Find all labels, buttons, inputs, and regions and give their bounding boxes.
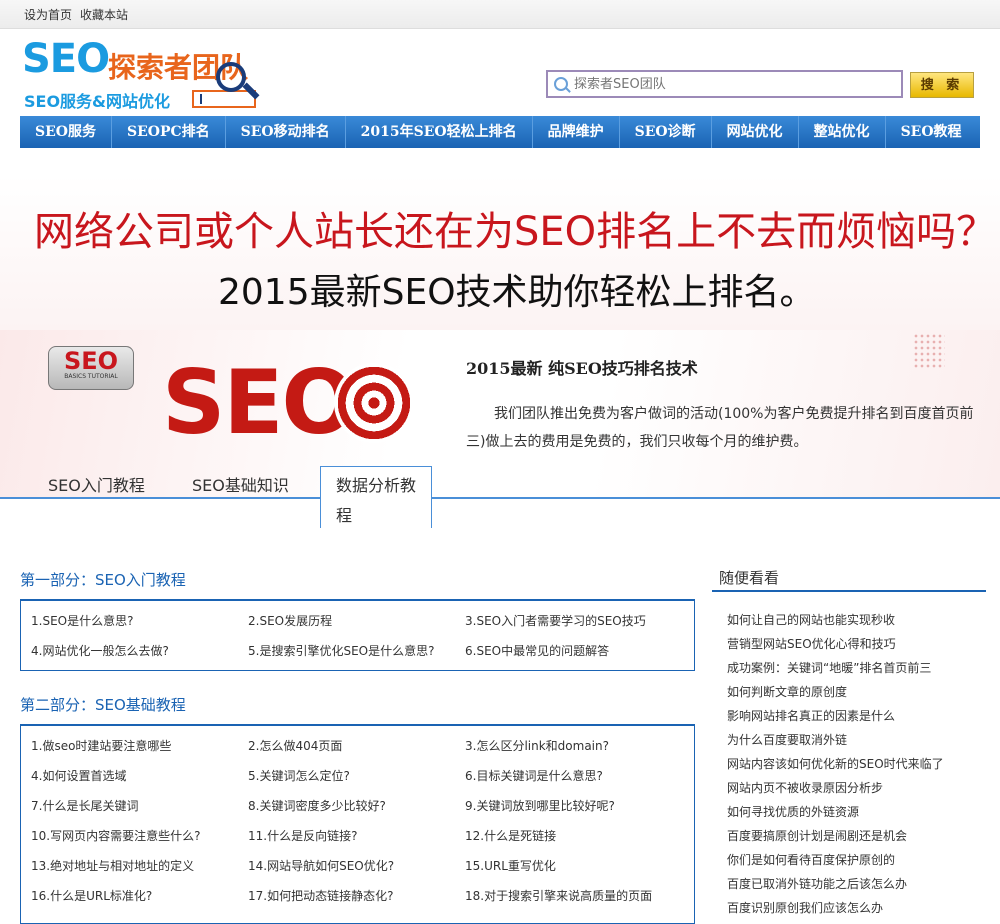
list-item[interactable]: 16.什么是URL标准化?: [21, 881, 238, 911]
sidebar-list: 如何让自己的网站也能实现秒收 营销型网站SEO优化心得和技巧 成功案例：关键词“…: [727, 608, 997, 920]
nav-item-tutorial[interactable]: SEO教程: [886, 116, 977, 148]
nav-item-seo-pc[interactable]: SEOPC排名: [112, 116, 226, 148]
sidebar-item[interactable]: 影响网站排名真正的因素是什么: [727, 704, 997, 728]
list-item[interactable]: 8.关键词密度多少比较好?: [238, 791, 455, 821]
sidebar-item[interactable]: 网站内容该如何优化新的SEO时代来临了: [727, 752, 997, 776]
list-item[interactable]: 7.什么是长尾关键词: [21, 791, 238, 821]
list-item[interactable]: 12.什么是死链接: [455, 821, 672, 851]
list-item[interactable]: 14.网站导航如何SEO优化?: [238, 851, 455, 881]
nav-item-diagnosis[interactable]: SEO诊断: [620, 116, 712, 148]
list-item[interactable]: 6.SEO中最常见的问题解答: [455, 636, 672, 666]
list-item[interactable]: 17.如何把动态链接静态化?: [238, 881, 455, 911]
table-row: 10.写网页内容需要注意些什么? 11.什么是反向链接? 12.什么是死链接: [21, 821, 694, 851]
list-item[interactable]: 4.如何设置首选域: [21, 761, 238, 791]
tab-seo-basics[interactable]: SEO基础知识: [192, 472, 289, 496]
nav-item-seo-service[interactable]: SEO服务: [20, 116, 112, 148]
nav-item-site-optimize[interactable]: 网站优化: [712, 116, 799, 148]
table-row: 13.绝对地址与相对地址的定义 14.网站导航如何SEO优化? 15.URL重写…: [21, 851, 694, 881]
section-box-part2: 1.做seo时建站要注意哪些 2.怎么做404页面 3.怎么区分link和dom…: [20, 724, 695, 924]
table-row: 1.做seo时建站要注意哪些 2.怎么做404页面 3.怎么区分link和dom…: [21, 731, 694, 761]
search-input[interactable]: [574, 75, 894, 93]
nav-item-brand[interactable]: 品牌维护: [533, 116, 620, 148]
table-row: 4.网站优化一般怎么去做? 5.是搜索引擎优化SEO是什么意思? 6.SEO中最…: [21, 636, 694, 666]
nav-item-seo-mobile[interactable]: SEO移动排名: [226, 116, 346, 148]
list-item[interactable]: 10.写网页内容需要注意些什么?: [21, 821, 238, 851]
table-row: 4.如何设置首选域 5.关键词怎么定位? 6.目标关键词是什么意思?: [21, 761, 694, 791]
list-item[interactable]: 5.关键词怎么定位?: [238, 761, 455, 791]
top-bar: 设为首页 收藏本站: [0, 0, 1000, 29]
section-title-part1: 第一部分：SEO入门教程: [20, 571, 186, 589]
list-item[interactable]: 18.对于搜索引擎来说高质量的页面: [455, 881, 672, 911]
list-item[interactable]: 6.目标关键词是什么意思?: [455, 761, 672, 791]
sidebar-item[interactable]: 你们是如何看待百度保护原创的: [727, 848, 997, 872]
tab-data-analysis[interactable]: 数据分析教程: [320, 466, 432, 528]
list-item[interactable]: 13.绝对地址与相对地址的定义: [21, 851, 238, 881]
table-row: 16.什么是URL标准化? 17.如何把动态链接静态化? 18.对于搜索引擎来说…: [21, 881, 694, 911]
sidebar-item[interactable]: 成功案例：关键词“地暖”排名首页前三: [727, 656, 997, 680]
list-item[interactable]: 2.怎么做404页面: [238, 731, 455, 761]
sidebar-item[interactable]: 百度已取消外链功能之后该怎么办: [727, 872, 997, 896]
set-home-link[interactable]: 设为首页: [24, 6, 72, 23]
list-item[interactable]: 15.URL重写优化: [455, 851, 672, 881]
list-item[interactable]: 1.做seo时建站要注意哪些: [21, 731, 238, 761]
sidebar-item[interactable]: 如何寻找优质的外链资源: [727, 800, 997, 824]
nav-item-full-optimize[interactable]: 整站优化: [799, 116, 886, 148]
sidebar-item[interactable]: 百度要搞原创计划是闹剧还是机会: [727, 824, 997, 848]
logo-tagline: SEO服务&网站优化: [24, 92, 171, 111]
logo-seo-text: SEO: [22, 36, 110, 82]
search-button[interactable]: 搜 索: [910, 72, 974, 98]
list-item[interactable]: 1.SEO是什么意思?: [21, 606, 238, 636]
list-item[interactable]: 5.是搜索引擎优化SEO是什么意思?: [238, 636, 455, 666]
banner-headline: 网络公司或个人站长还在为SEO排名上不去而烦恼吗？: [34, 209, 997, 255]
bookmark-link[interactable]: 收藏本站: [80, 6, 128, 23]
sidebar-item[interactable]: 为什么百度要取消外链: [727, 728, 997, 752]
target-icon: [334, 363, 414, 443]
decorative-dots: [913, 333, 945, 368]
tab-underline: [0, 497, 1000, 499]
sidebar-item[interactable]: 百度识别原创我们应该怎么办: [727, 896, 997, 920]
magnifier-icon: [216, 62, 246, 92]
table-row: 7.什么是长尾关键词 8.关键词密度多少比较好? 9.关键词放到哪里比较好呢?: [21, 791, 694, 821]
table-row: 1.SEO是什么意思? 2.SEO发展历程 3.SEO入门者需要学习的SEO技巧: [21, 606, 694, 636]
sidebar-item[interactable]: 如何让自己的网站也能实现秒收: [727, 608, 997, 632]
section-title-part2: 第二部分：SEO基础教程: [20, 696, 186, 714]
logo-cursor-box: [192, 90, 256, 108]
banner-description: 我们团队推出免费为客户做词的活动(100%为客户免费提升排名到百度首页前三)做上…: [466, 406, 974, 450]
list-item[interactable]: 3.怎么区分link和domain?: [455, 731, 672, 761]
sidebar-item[interactable]: 如何判断文章的原创度: [727, 680, 997, 704]
sidebar-item[interactable]: 网站内页不被收录原因分析步: [727, 776, 997, 800]
banner-subheadline: 2015最新SEO技术助你轻松上排名。: [218, 272, 816, 313]
tab-seo-intro[interactable]: SEO入门教程: [48, 472, 145, 496]
section-box-part1: 1.SEO是什么意思? 2.SEO发展历程 3.SEO入门者需要学习的SEO技巧…: [20, 599, 695, 671]
nav-item-seo-2015[interactable]: 2015年SEO轻松上排名: [346, 116, 533, 148]
seo-badge-logo: SEO BASICS TUTORIAL: [48, 346, 134, 390]
list-item[interactable]: 11.什么是反向链接?: [238, 821, 455, 851]
list-item[interactable]: 4.网站优化一般怎么去做?: [21, 636, 238, 666]
list-item[interactable]: 3.SEO入门者需要学习的SEO技巧: [455, 606, 672, 636]
sidebar-title: 随便看看: [712, 568, 986, 592]
search-box: [546, 70, 903, 98]
sidebar-item[interactable]: 营销型网站SEO优化心得和技巧: [727, 632, 997, 656]
main-nav: SEO服务 SEOPC排名 SEO移动排名 2015年SEO轻松上排名 品牌维护…: [20, 116, 980, 148]
list-item[interactable]: 9.关键词放到哪里比较好呢?: [455, 791, 672, 821]
search-icon: [554, 77, 568, 91]
hero-banner: 网络公司或个人站长还在为SEO排名上不去而烦恼吗？ 2015最新SEO技术助你轻…: [0, 175, 1000, 498]
site-logo[interactable]: SEO 探索者团队 SEO服务&网站优化: [20, 36, 265, 111]
seo-big-graphic: SEO: [162, 351, 356, 454]
list-item[interactable]: 2.SEO发展历程: [238, 606, 455, 636]
banner-title: 2015最新 纯SEO技巧排名技术: [466, 359, 698, 378]
